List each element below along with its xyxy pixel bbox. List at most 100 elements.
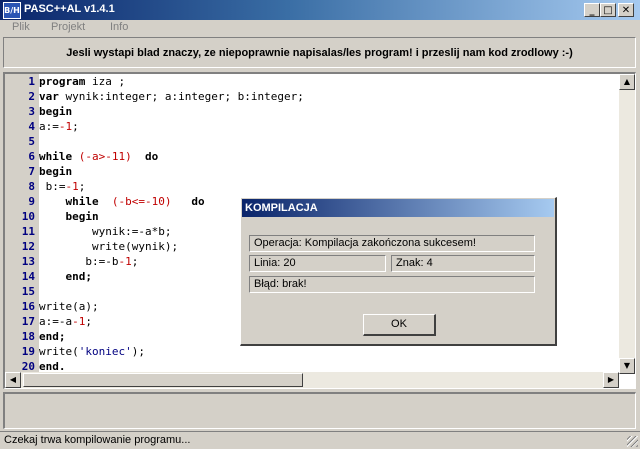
horizontal-scroll-thumb[interactable]: [23, 373, 303, 387]
code-token: ;: [85, 315, 92, 328]
line-number: 8: [28, 180, 35, 193]
line-field: Linia: 20: [249, 255, 386, 272]
number-token: -1: [72, 315, 86, 328]
line-text: begin: [39, 209, 99, 224]
scroll-up-button[interactable]: ▲: [619, 74, 635, 90]
line-text: a:=-1;: [39, 119, 79, 134]
code-line[interactable]: 8 b:=-1;: [5, 179, 620, 194]
line-number: 14: [21, 270, 35, 283]
keyword-token: begin: [39, 165, 73, 178]
keyword-token: while: [39, 150, 73, 163]
char-field: Znak: 4: [391, 255, 535, 272]
line-text: while (-b<=-10) do: [39, 194, 205, 209]
ok-button[interactable]: OK: [363, 314, 436, 336]
code-token: wynik:=-a*b;: [39, 225, 172, 238]
line-number: 19: [21, 345, 35, 358]
scroll-left-button[interactable]: ◀: [5, 372, 21, 388]
window-title: PASC++AL v1.4.1: [24, 3, 115, 15]
code-line[interactable]: 1 program iza ;: [5, 74, 620, 89]
keyword-token: begin: [39, 105, 73, 118]
compilation-dialog: KOMPILACJA Operacja: Kompilacja zakończo…: [240, 197, 557, 346]
code-token: a:=: [39, 120, 59, 133]
code-token: );: [131, 345, 145, 358]
close-button[interactable]: ✕: [618, 3, 634, 17]
info-banner: Jesli wystapi blad znaczy, ze niepoprawn…: [3, 37, 636, 68]
error-field: Błąd: brak!: [249, 276, 535, 293]
minimize-button[interactable]: _: [584, 3, 600, 17]
line-number: 6: [28, 150, 35, 163]
title-bar[interactable]: B/H PASC++AL v1.4.1 _ □ ✕: [0, 0, 640, 20]
line-number: 9: [28, 195, 35, 208]
keyword-token: end;: [39, 330, 66, 343]
line-text: wynik:=-a*b;: [39, 224, 171, 239]
code-token: wynik:integer; a:integer; b:integer;: [58, 90, 304, 103]
line-text: b:=-1;: [39, 179, 86, 194]
code-line[interactable]: 6 while (-a>-11) do: [5, 149, 620, 164]
code-line[interactable]: 2 var wynik:integer; a:integer; b:integer…: [5, 89, 620, 104]
line-number: 18: [21, 330, 35, 343]
banner-text: Jesli wystapi blad znaczy, ze niepoprawn…: [66, 46, 573, 59]
code-token: b:=: [39, 180, 66, 193]
vertical-scrollbar[interactable]: ▲ ▼: [619, 74, 635, 374]
code-line[interactable]: 5: [5, 134, 620, 149]
line-text: write('koniec');: [39, 344, 145, 359]
line-text: begin: [39, 104, 72, 119]
line-number: 5: [28, 135, 35, 148]
code-token: write(: [39, 345, 79, 358]
line-text: a:=-a-1;: [39, 314, 92, 329]
number-token: (-a>-11): [78, 150, 132, 163]
code-token: a:=-a: [39, 315, 73, 328]
keyword-token: end;: [65, 270, 93, 283]
menu-projekt[interactable]: Projekt: [51, 21, 85, 33]
resize-grip[interactable]: [627, 436, 638, 447]
line-text: begin: [39, 164, 72, 179]
line-number: 7: [28, 165, 35, 178]
dialog-title[interactable]: KOMPILACJA: [242, 199, 554, 217]
menu-info[interactable]: Info: [110, 21, 128, 33]
menu-plik[interactable]: Plik: [12, 21, 30, 33]
line-number: 16: [21, 300, 35, 313]
horizontal-scrollbar[interactable]: ◀ ▶: [5, 372, 619, 388]
output-panel: [3, 392, 636, 429]
scroll-right-button[interactable]: ▶: [603, 372, 619, 388]
line-number: 1: [28, 75, 35, 88]
code-line[interactable]: 4 a:=-1;: [5, 119, 620, 134]
code-line[interactable]: 19 write('koniec');: [5, 344, 620, 359]
line-number: 17: [21, 315, 35, 328]
keyword-token: begin: [65, 210, 99, 223]
line-number: 13: [21, 255, 35, 268]
keyword-token: var: [39, 90, 59, 103]
operation-field: Operacja: Kompilacja zakończona sukcesem…: [249, 235, 535, 252]
line-text: end;: [39, 329, 66, 344]
code-line[interactable]: 7 begin: [5, 164, 620, 179]
menu-bar: Plik Projekt Info: [0, 20, 640, 36]
code-line[interactable]: 3 begin: [5, 104, 620, 119]
line-text: write(a);: [39, 299, 99, 314]
maximize-button[interactable]: □: [600, 3, 616, 17]
number-token: (-b<=-10): [111, 195, 172, 208]
scroll-down-button[interactable]: ▼: [619, 358, 635, 374]
string-token: 'koniec': [78, 345, 132, 358]
line-text: program iza ;: [39, 74, 125, 89]
app-icon: B/H: [3, 2, 21, 19]
line-number: 12: [21, 240, 35, 253]
code-token: ;: [78, 180, 86, 193]
line-number: 11: [21, 225, 35, 238]
keyword-token: while: [65, 195, 99, 208]
number-token: -1: [65, 180, 79, 193]
code-token: write(wynik);: [39, 240, 179, 253]
line-number: 15: [21, 285, 35, 298]
code-token: ;: [72, 120, 79, 133]
keyword-token: do: [191, 195, 205, 208]
line-number: 10: [21, 210, 35, 223]
keyword-token: program: [39, 75, 86, 88]
line-text: write(wynik);: [39, 239, 178, 254]
code-token: ;: [131, 255, 139, 268]
code-token: b:=-b: [39, 255, 119, 268]
